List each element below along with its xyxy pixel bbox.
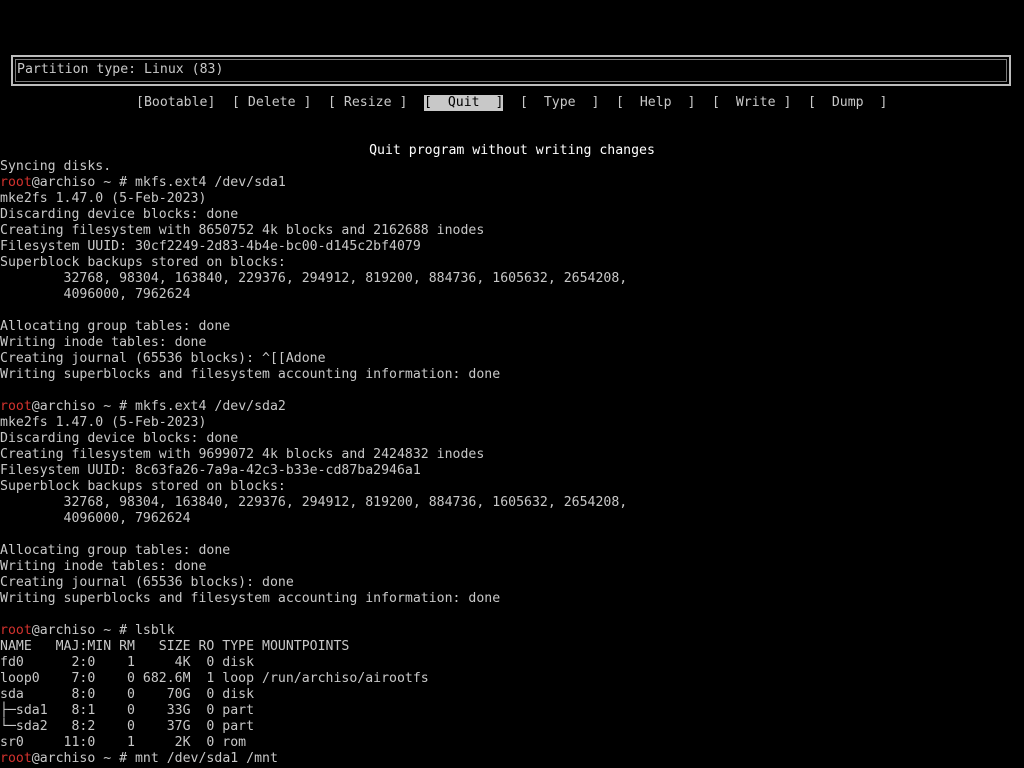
console-line-text: Filesystem UUID: 30cf2249-2d83-4b4e-bc00… <box>0 239 421 254</box>
partition-type-text: Partition type: Linux (83) <box>17 62 224 77</box>
menu-hint-text: Quit program without writing changes <box>369 143 655 158</box>
console-line-text: └─sda2 8:2 0 37G 0 part <box>0 719 255 734</box>
console-line: 32768, 98304, 163840, 229376, 294912, 81… <box>0 271 1024 287</box>
prompt-command: @archiso ~ # mkfs.ext4 /dev/sda2 <box>31 399 286 414</box>
delete-button[interactable]: [ Delete ] <box>232 95 311 111</box>
prompt-user: root <box>0 399 32 414</box>
console-line-text: 4096000, 7962624 <box>0 511 191 526</box>
partition-info-box: Partition type: Linux (83) <box>10 54 1012 87</box>
console-line: ├─sda1 8:1 0 33G 0 part <box>0 703 1024 719</box>
console-line: Syncing disks. <box>0 159 1024 175</box>
console-line: sr0 11:0 1 2K 0 rom <box>0 735 1024 751</box>
console-line-text: ├─sda1 8:1 0 33G 0 part <box>0 703 255 718</box>
console-line: Writing superblocks and filesystem accou… <box>0 367 1024 383</box>
prompt-line: root@archiso ~ # mkfs.ext4 /dev/sda2 <box>0 399 1024 415</box>
console-line: 4096000, 7962624 <box>0 511 1024 527</box>
console-line-text: sr0 11:0 1 2K 0 rom <box>0 735 247 750</box>
quit-button[interactable]: [ Quit ] <box>424 95 504 111</box>
prompt-command: @archiso ~ # mnt /dev/sda1 /mnt <box>31 751 278 766</box>
console-line-text: Writing superblocks and filesystem accou… <box>0 367 501 382</box>
console-line-text: Syncing disks. <box>0 159 112 174</box>
bootable-button[interactable]: [Bootable] <box>136 95 215 111</box>
console-line: NAME MAJ:MIN RM SIZE RO TYPE MOUNTPOINTS <box>0 639 1024 655</box>
prompt-user: root <box>0 623 32 638</box>
prompt-command: @archiso ~ # lsblk <box>31 623 175 638</box>
prompt-command: @archiso ~ # mkfs.ext4 /dev/sda1 <box>31 175 286 190</box>
write-button[interactable]: [ Write ] <box>712 95 791 111</box>
console-line: Filesystem UUID: 30cf2249-2d83-4b4e-bc00… <box>0 239 1024 255</box>
console-line: Creating journal (65536 blocks): done <box>0 575 1024 591</box>
console-line-text: Creating journal (65536 blocks): done <box>0 575 294 590</box>
console-line-text: Discarding device blocks: done <box>0 207 239 222</box>
console-output: Syncing disks. root@archiso ~ # mkfs.ext4… <box>0 159 1024 767</box>
console-line: loop0 7:0 0 682.6M 1 loop /run/archiso/a… <box>0 671 1024 687</box>
console-line-text: 4096000, 7962624 <box>0 287 191 302</box>
console-line: mke2fs 1.47.0 (5-Feb-2023) <box>0 191 1024 207</box>
cfdisk-menu: [Bootable] [ Delete ] [ Resize ] [ Quit … <box>0 95 1024 111</box>
console-line-text: Superblock backups stored on blocks: <box>0 255 286 270</box>
console-line-text: Creating journal (65536 blocks): ^[[Adon… <box>0 351 326 366</box>
console-line: Creating journal (65536 blocks): ^[[Adon… <box>0 351 1024 367</box>
console-line: Writing superblocks and filesystem accou… <box>0 591 1024 607</box>
console-line: Filesystem UUID: 8c63fa26-7a9a-42c3-b33e… <box>0 463 1024 479</box>
prompt-line: root@archiso ~ # lsblk <box>0 623 1024 639</box>
console-line-text: mke2fs 1.47.0 (5-Feb-2023) <box>0 191 207 206</box>
console-line: Discarding device blocks: done <box>0 207 1024 223</box>
console-line: Creating filesystem with 8650752 4k bloc… <box>0 223 1024 239</box>
console-line-text: Discarding device blocks: done <box>0 431 239 446</box>
console-line-text: Superblock backups stored on blocks: <box>0 479 286 494</box>
console-line: └─sda2 8:2 0 37G 0 part <box>0 719 1024 735</box>
console-line: Superblock backups stored on blocks: <box>0 255 1024 271</box>
console-line: Writing inode tables: done <box>0 559 1024 575</box>
console-line-text: Allocating group tables: done <box>0 543 231 558</box>
console-line-text: Allocating group tables: done <box>0 319 231 334</box>
console-line: mke2fs 1.47.0 (5-Feb-2023) <box>0 415 1024 431</box>
console-line-text: Writing inode tables: done <box>0 335 207 350</box>
dump-button[interactable]: [ Dump ] <box>808 95 887 111</box>
console-line: sda 8:0 0 70G 0 disk <box>0 687 1024 703</box>
console-line-text: 32768, 98304, 163840, 229376, 294912, 81… <box>0 495 628 510</box>
console-line: Creating filesystem with 9699072 4k bloc… <box>0 447 1024 463</box>
console-line-text: sda 8:0 0 70G 0 disk <box>0 687 255 702</box>
console-line-text: Writing superblocks and filesystem accou… <box>0 591 501 606</box>
console-line-text: NAME MAJ:MIN RM SIZE RO TYPE MOUNTPOINTS <box>0 639 350 654</box>
console-line: Allocating group tables: done <box>0 319 1024 335</box>
help-button[interactable]: [ Help ] <box>616 95 695 111</box>
console-line-text: Writing inode tables: done <box>0 559 207 574</box>
console-line-text: Filesystem UUID: 8c63fa26-7a9a-42c3-b33e… <box>0 463 421 478</box>
console-line-text: Creating filesystem with 9699072 4k bloc… <box>0 447 485 462</box>
prompt-user: root <box>0 175 32 190</box>
console-line-text: mke2fs 1.47.0 (5-Feb-2023) <box>0 415 207 430</box>
console-line: 4096000, 7962624 <box>0 287 1024 303</box>
type-button[interactable]: [ Type ] <box>520 95 599 111</box>
console-line: Superblock backups stored on blocks: <box>0 479 1024 495</box>
prompt-line: root@archiso ~ # mkfs.ext4 /dev/sda1 <box>0 175 1024 191</box>
console-line-text: fd0 2:0 1 4K 0 disk <box>0 655 255 670</box>
console-line: Writing inode tables: done <box>0 335 1024 351</box>
console-line-text: loop0 7:0 0 682.6M 1 loop /run/archiso/a… <box>0 671 429 686</box>
console-line: Discarding device blocks: done <box>0 431 1024 447</box>
console-line-text: Creating filesystem with 8650752 4k bloc… <box>0 223 485 238</box>
prompt-user: root <box>0 751 32 766</box>
console-line-text: 32768, 98304, 163840, 229376, 294912, 81… <box>0 271 628 286</box>
console-line: 32768, 98304, 163840, 229376, 294912, 81… <box>0 495 1024 511</box>
console-line: Allocating group tables: done <box>0 543 1024 559</box>
prompt-line: root@archiso ~ # mnt /dev/sda1 /mnt <box>0 751 1024 767</box>
console-line: fd0 2:0 1 4K 0 disk <box>0 655 1024 671</box>
terminal-screen[interactable]: Partition type: Linux (83) [Bootable] [ … <box>0 0 1024 768</box>
resize-button[interactable]: [ Resize ] <box>328 95 407 111</box>
